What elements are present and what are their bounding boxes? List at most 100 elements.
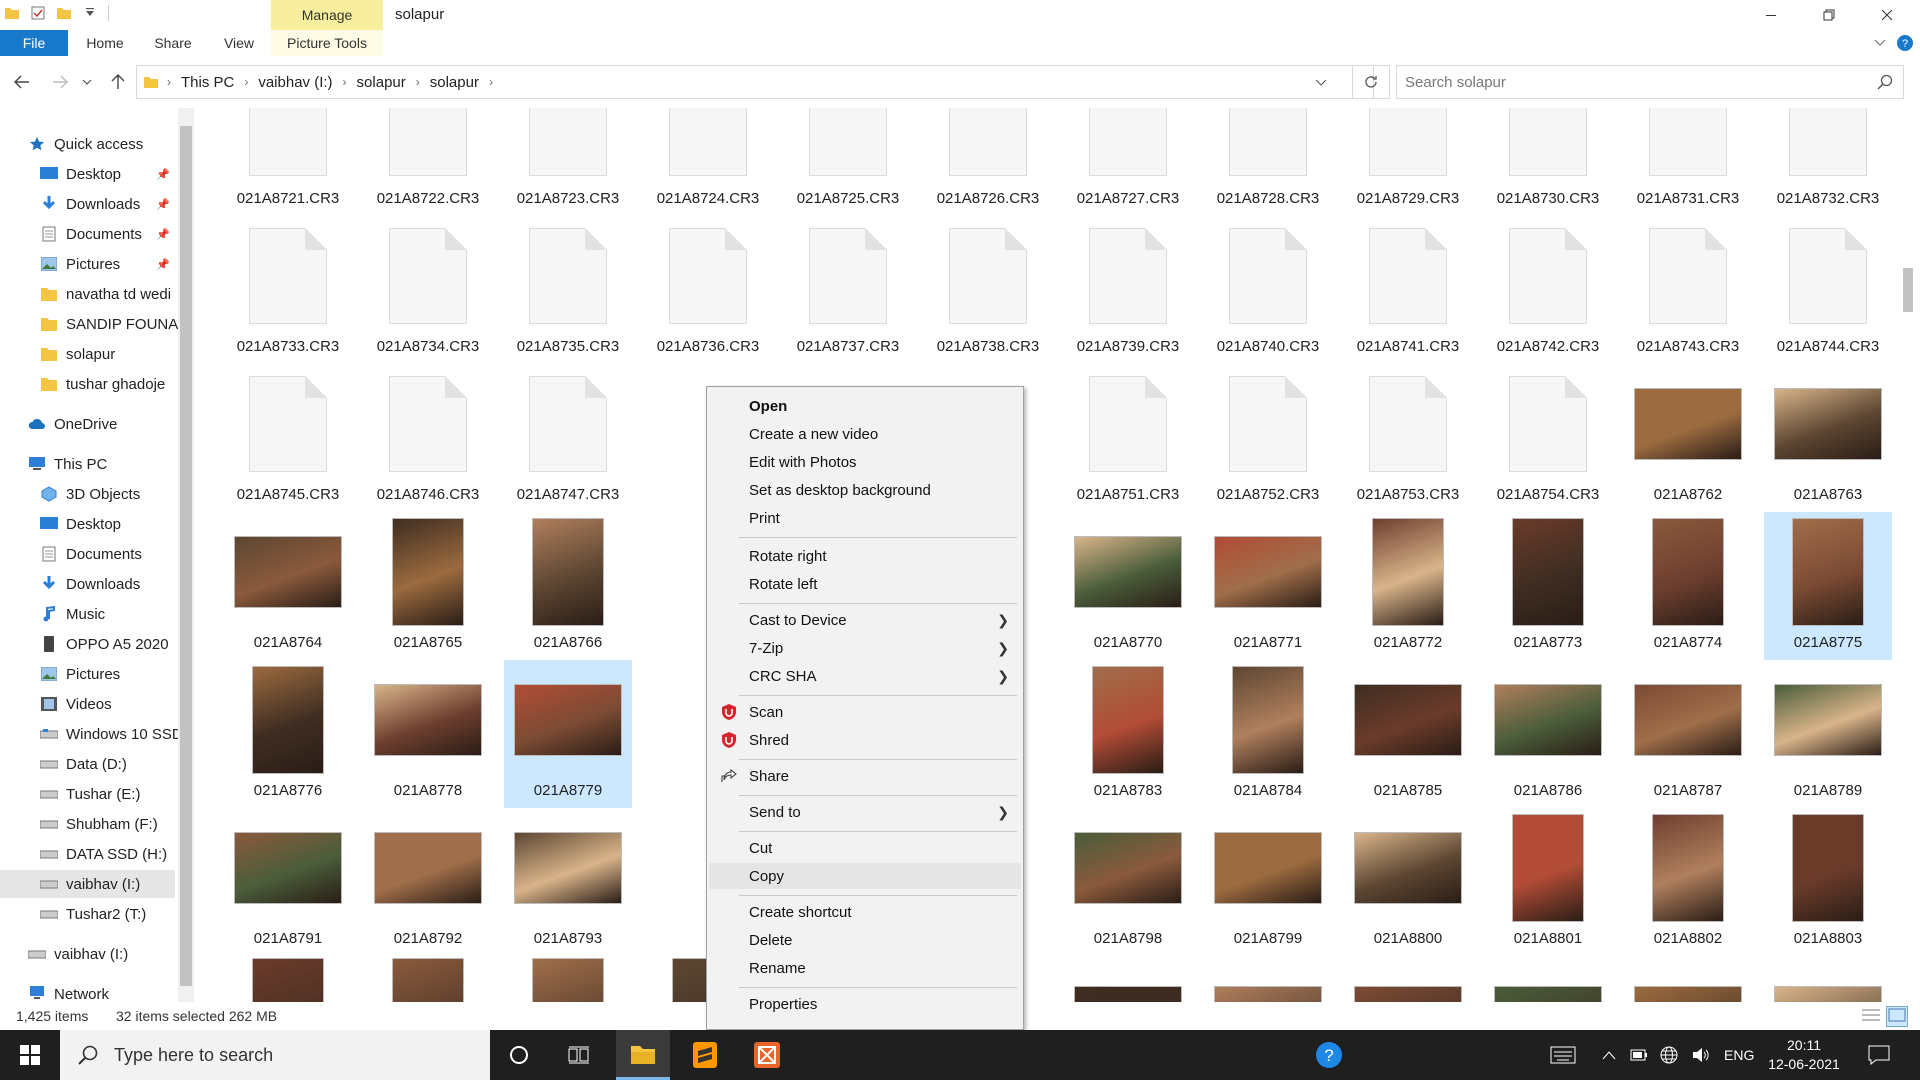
photo-item[interactable]: 021A8783 <box>1064 660 1192 808</box>
tab-home[interactable]: Home <box>80 30 130 56</box>
photo-item[interactable]: 021A8774 <box>1624 512 1752 660</box>
notifications-button[interactable] <box>1868 1030 1890 1080</box>
photo-thumbnail[interactable] <box>392 958 464 1002</box>
network-tray-button[interactable] <box>1660 1030 1678 1080</box>
photo-thumbnail[interactable] <box>1774 986 1882 1002</box>
nav-onedrive[interactable]: OneDrive <box>28 410 178 438</box>
nav-documents[interactable]: Documents <box>40 540 178 568</box>
photo-item[interactable]: 021A8792 <box>364 808 492 956</box>
taskbar-clock[interactable]: 20:11 12-06-2021 <box>1760 1036 1848 1074</box>
file-explorer-taskbar-button[interactable] <box>616 1030 670 1080</box>
menu-send-to[interactable]: Send to ❯ <box>709 799 1021 825</box>
menu-rotate-right[interactable]: Rotate right <box>709 543 1021 569</box>
file-item[interactable]: 021A8736.CR3 <box>644 216 772 364</box>
photo-item[interactable]: 021A8791 <box>224 808 352 956</box>
file-item[interactable]: 021A8751.CR3 <box>1064 364 1192 512</box>
help-tray-button[interactable]: ? <box>1302 1030 1356 1080</box>
file-item[interactable]: 021A8727.CR3 <box>1064 108 1192 216</box>
file-item[interactable]: 021A8734.CR3 <box>364 216 492 364</box>
file-item[interactable]: 021A8743.CR3 <box>1624 216 1752 364</box>
photo-item[interactable]: 021A8770 <box>1064 512 1192 660</box>
file-item[interactable]: 021A8744.CR3 <box>1764 216 1892 364</box>
details-view-button[interactable] <box>1862 1008 1880 1025</box>
nav-folder-navatha[interactable]: navatha td wedi <box>40 280 178 308</box>
close-button[interactable] <box>1858 0 1916 30</box>
menu-create-shortcut[interactable]: Create shortcut <box>709 899 1021 925</box>
breadcrumb-separator[interactable]: › <box>244 75 248 89</box>
nav-scrollbar-thumb[interactable] <box>180 126 192 986</box>
nav-music[interactable]: Music <box>40 600 178 628</box>
restore-button[interactable] <box>1800 0 1858 30</box>
file-item[interactable]: 021A8747.CR3 <box>504 364 632 512</box>
photo-thumbnail[interactable] <box>1494 986 1602 1002</box>
show-hidden-icons-button[interactable] <box>1602 1030 1616 1080</box>
nav-pictures[interactable]: Pictures <box>40 660 178 688</box>
large-icons-view-button[interactable] <box>1886 1006 1908 1027</box>
nav-windows-ssd[interactable]: Windows 10 SSD <box>40 720 178 748</box>
menu-cast-to-device[interactable]: Cast to Device ❯ <box>709 607 1021 633</box>
menu-delete[interactable]: Delete <box>709 927 1021 953</box>
file-item[interactable]: 021A8752.CR3 <box>1204 364 1332 512</box>
photo-item[interactable]: 021A8801 <box>1484 808 1612 956</box>
manage-contextual-tab[interactable]: Manage <box>271 0 383 30</box>
photo-item[interactable]: 021A8776 <box>224 660 352 808</box>
back-button[interactable] <box>10 70 34 94</box>
nav-pictures-pinned[interactable]: Pictures 📌 <box>40 250 178 278</box>
new-folder-icon[interactable] <box>56 5 72 21</box>
menu-open[interactable]: Open <box>709 393 1021 419</box>
nav-videos[interactable]: Videos <box>40 690 178 718</box>
file-item[interactable]: 021A8723.CR3 <box>504 108 632 216</box>
photo-item[interactable]: 021A8803 <box>1764 808 1892 956</box>
breadcrumb-drive[interactable]: vaibhav (I:) <box>258 74 332 91</box>
forward-button[interactable] <box>48 70 72 94</box>
tab-share[interactable]: Share <box>148 30 198 56</box>
volume-button[interactable] <box>1692 1030 1710 1080</box>
nav-drive-i-root[interactable]: vaibhav (I:) <box>28 940 178 968</box>
photo-item[interactable]: 021A8773 <box>1484 512 1612 660</box>
breadcrumb-separator[interactable]: › <box>416 75 420 89</box>
photo-item[interactable]: 021A8763 <box>1764 364 1892 512</box>
nav-desktop-pinned[interactable]: Desktop 📌 <box>40 160 178 188</box>
menu-print[interactable]: Print <box>709 505 1021 531</box>
nav-3d-objects[interactable]: 3D Objects <box>40 480 178 508</box>
nav-folder-sandip[interactable]: SANDIP FOUNAI <box>40 310 178 338</box>
nav-downloads-pinned[interactable]: Downloads 📌 <box>40 190 178 218</box>
photo-item[interactable]: 021A8778 <box>364 660 492 808</box>
menu-properties[interactable]: Properties <box>709 991 1021 1017</box>
photo-thumbnail[interactable] <box>252 958 324 1002</box>
chevron-down-icon[interactable] <box>1315 79 1327 87</box>
nav-network[interactable]: Network <box>28 980 178 1002</box>
nav-scrollbar[interactable] <box>178 108 194 1002</box>
photo-item[interactable]: 021A8789 <box>1764 660 1892 808</box>
photo-item[interactable]: 021A8771 <box>1204 512 1332 660</box>
photo-thumbnail[interactable] <box>532 958 604 1002</box>
photo-item[interactable]: 021A8772 <box>1344 512 1472 660</box>
photo-thumbnail[interactable] <box>1354 986 1462 1002</box>
nav-oppo-phone[interactable]: OPPO A5 2020 <box>40 630 178 658</box>
menu-cut[interactable]: Cut <box>709 835 1021 861</box>
file-item[interactable]: 021A8740.CR3 <box>1204 216 1332 364</box>
menu-set-desktop-background[interactable]: Set as desktop background <box>709 477 1021 503</box>
file-item[interactable]: 021A8745.CR3 <box>224 364 352 512</box>
start-button[interactable] <box>0 1030 60 1080</box>
minimize-button[interactable] <box>1742 0 1800 30</box>
file-item[interactable]: 021A8742.CR3 <box>1484 216 1612 364</box>
photo-item[interactable]: 021A8784 <box>1204 660 1332 808</box>
photo-thumbnail[interactable] <box>1634 986 1742 1002</box>
photo-item[interactable]: 021A8775 <box>1764 512 1892 660</box>
file-item[interactable]: 021A8754.CR3 <box>1484 364 1612 512</box>
photo-item[interactable]: 021A8764 <box>224 512 352 660</box>
menu-edit-with-photos[interactable]: Edit with Photos <box>709 449 1021 475</box>
sublime-text-taskbar-button[interactable] <box>678 1030 732 1080</box>
tab-file[interactable]: File <box>0 30 68 56</box>
file-item[interactable]: 021A8753.CR3 <box>1344 364 1472 512</box>
file-item[interactable]: 021A8731.CR3 <box>1624 108 1752 216</box>
breadcrumb-separator[interactable]: › <box>489 75 493 89</box>
touch-keyboard-button[interactable] <box>1550 1030 1576 1080</box>
breadcrumb-subfolder[interactable]: solapur <box>430 74 479 91</box>
photo-item[interactable]: 021A8787 <box>1624 660 1752 808</box>
content-scrollbar-thumb[interactable] <box>1903 268 1913 312</box>
file-item[interactable]: 021A8721.CR3 <box>224 108 352 216</box>
breadcrumb-this-pc[interactable]: This PC <box>181 74 234 91</box>
file-item[interactable]: 021A8735.CR3 <box>504 216 632 364</box>
